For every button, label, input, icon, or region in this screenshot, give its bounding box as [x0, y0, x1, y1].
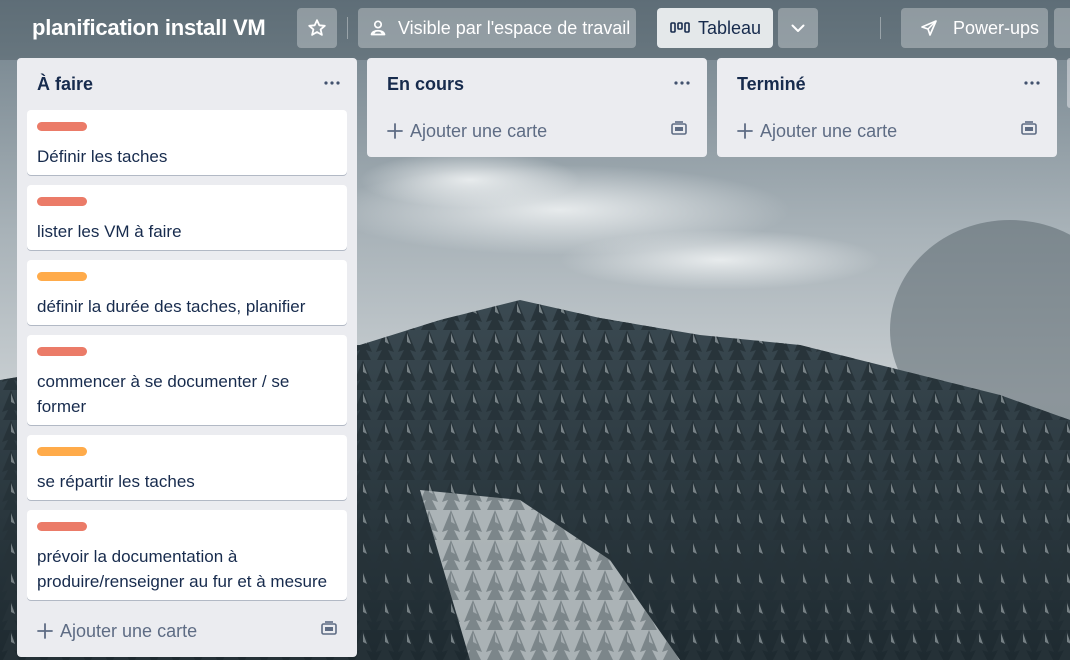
add-card-button[interactable]: Ajouter une carte — [737, 118, 897, 144]
card-template-button[interactable] — [319, 620, 339, 640]
plus-icon — [737, 123, 753, 139]
team-icon — [368, 18, 388, 38]
board-title[interactable]: planification install VM — [32, 15, 266, 41]
list-en-cours: En cours Ajouter une carte — [367, 58, 707, 157]
card-title: Définir les taches — [37, 147, 168, 166]
list-menu-button[interactable] — [669, 70, 695, 94]
card-label-red[interactable] — [37, 522, 87, 531]
card[interactable]: Définir les taches — [27, 110, 347, 175]
card-label-red[interactable] — [37, 347, 87, 356]
card-template-icon — [671, 120, 687, 140]
card-title: lister les VM à faire — [37, 222, 182, 241]
ellipsis-icon — [323, 73, 341, 91]
plus-icon — [387, 123, 403, 139]
add-card-label: Ajouter une carte — [410, 120, 548, 141]
ellipsis-icon — [1023, 73, 1041, 91]
add-card-label: Ajouter une carte — [60, 620, 198, 641]
automation-button[interactable] — [1054, 8, 1070, 48]
ellipsis-icon — [673, 73, 691, 91]
star-icon — [307, 18, 327, 38]
card-label-orange[interactable] — [37, 447, 87, 456]
powerups-button[interactable]: Power-ups — [901, 8, 1048, 48]
view-dropdown-button[interactable] — [778, 8, 818, 48]
powerups-label: Power-ups — [953, 17, 1040, 38]
add-card-button[interactable]: Ajouter une carte — [37, 618, 197, 644]
card-template-button[interactable] — [669, 120, 689, 140]
star-button[interactable] — [297, 8, 337, 48]
header-divider-2 — [880, 17, 881, 39]
card-list: Définir les taches lister les VM à faire… — [17, 110, 357, 600]
list-header: En cours — [367, 58, 707, 110]
add-card-label: Ajouter une carte — [760, 120, 898, 141]
card-title: définir la durée des taches, planifier — [37, 297, 306, 316]
visibility-label: Visible par l'espace de travail — [398, 17, 631, 38]
board-view-button[interactable]: Tableau — [657, 8, 773, 48]
board-view-label: Tableau — [698, 17, 762, 38]
list-title[interactable]: À faire — [37, 74, 93, 95]
list-footer: Ajouter une carte — [17, 608, 357, 656]
card-template-icon — [1021, 120, 1037, 140]
board-view-icon — [670, 21, 690, 35]
list-termine: Terminé Ajouter une carte — [717, 58, 1057, 157]
card-title: prévoir la documentation à produire/rens… — [37, 547, 328, 591]
list-menu-button[interactable] — [319, 70, 345, 94]
plus-icon — [37, 623, 53, 639]
chevron-down-icon — [789, 19, 807, 37]
card[interactable]: définir la durée des taches, planifier — [27, 260, 347, 325]
list-header: Terminé — [717, 58, 1057, 110]
header-divider — [347, 17, 348, 39]
card[interactable]: se répartir les taches — [27, 435, 347, 500]
card-label-red[interactable] — [37, 122, 87, 131]
card[interactable]: prévoir la documentation à produire/rens… — [27, 510, 347, 600]
visibility-button[interactable]: Visible par l'espace de travail — [358, 8, 636, 48]
rocket-icon — [919, 18, 939, 38]
card-label-orange[interactable] — [37, 272, 87, 281]
list-footer: Ajouter une carte — [367, 108, 707, 156]
list-footer: Ajouter une carte — [717, 108, 1057, 156]
add-card-button[interactable]: Ajouter une carte — [387, 118, 547, 144]
card-template-icon — [321, 620, 337, 640]
card[interactable]: lister les VM à faire — [27, 185, 347, 250]
list-title[interactable]: Terminé — [737, 74, 806, 95]
list-title[interactable]: En cours — [387, 74, 464, 95]
list-header: À faire — [17, 58, 357, 110]
card[interactable]: commencer à se documenter / se former — [27, 335, 347, 425]
board-header: planification install VM Visible par l'e… — [0, 0, 1070, 58]
card-title: se répartir les taches — [37, 472, 195, 491]
list-a-faire: À faire Définir les taches lister les VM… — [17, 58, 357, 657]
card-template-button[interactable] — [1019, 120, 1039, 140]
list-menu-button[interactable] — [1019, 70, 1045, 94]
card-label-red[interactable] — [37, 197, 87, 206]
card-title: commencer à se documenter / se former — [37, 372, 290, 416]
